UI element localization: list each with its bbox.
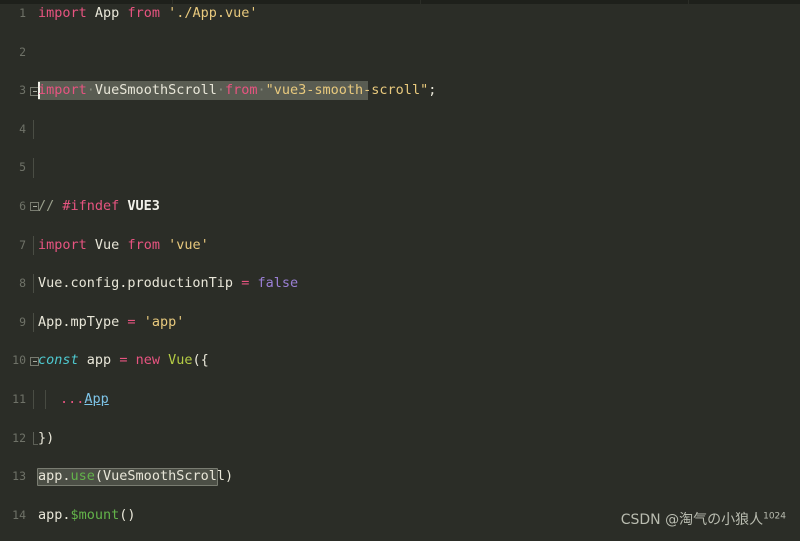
line-number: 2	[19, 44, 26, 59]
line-number: 12	[12, 430, 26, 445]
string-module: "vue3-smooth-scroll"	[265, 82, 429, 99]
code-line[interactable]: 5	[0, 158, 800, 178]
identifier-vue: Vue	[94, 236, 120, 253]
line-content: ...App	[60, 390, 109, 409]
preprocessor-ifndef: #ifndef	[62, 197, 128, 214]
argument-vuesmoothscroll: VueSmoothScroll	[103, 468, 225, 485]
operator-assign: =	[127, 313, 136, 330]
line-content: App.mpType = 'app'	[38, 313, 184, 332]
line-number: 1	[19, 6, 26, 20]
object-app: app.	[38, 506, 71, 523]
method-use: use	[70, 468, 95, 485]
parentheses: ()	[119, 506, 136, 523]
string-vue: 'vue'	[168, 236, 209, 253]
fold-guide	[33, 389, 34, 410]
keyword-import: import	[38, 82, 87, 99]
line-content: app.use(VueSmoothScroll)	[38, 467, 233, 486]
code-line[interactable]: 10 const app = new Vue({	[0, 351, 800, 370]
code-line[interactable]: 12 })	[0, 429, 800, 448]
line-number: 11	[12, 391, 26, 406]
code-editor-window: 1 import App from './App.vue' 2 3 import…	[0, 0, 800, 541]
paren-close: )	[224, 468, 234, 485]
code-line[interactable]: 7 import Vue from 'vue'	[0, 235, 800, 255]
code-line-highlighted[interactable]: 13 app.use(VueSmoothScroll)	[0, 467, 800, 486]
line-content: import·VueSmoothScroll·from·"vue3-smooth…	[38, 82, 437, 99]
operator-assign: =	[241, 275, 250, 292]
keyword-new: new	[135, 352, 160, 369]
line-number: 6	[19, 198, 26, 213]
keyword-from: from	[127, 236, 160, 253]
identifier-app-link[interactable]: App	[84, 391, 108, 407]
keyword-const: const	[38, 352, 79, 369]
punctuation: ({	[192, 352, 209, 369]
code-line[interactable]: 2	[0, 43, 800, 62]
operator-assign: =	[119, 352, 128, 369]
macro-vue3: VUE3	[127, 197, 160, 214]
paren-open: (	[94, 468, 104, 485]
line-number: 10	[12, 353, 26, 368]
class-vue: Vue	[168, 352, 193, 369]
keyword-from: from	[127, 5, 160, 21]
line-content: app.$mount()	[38, 506, 136, 525]
object-path: App.mpType	[38, 313, 120, 330]
punctuation: })	[38, 429, 55, 446]
fold-guide	[33, 312, 34, 333]
fold-guide	[33, 274, 34, 294]
semicolon: ;	[428, 82, 437, 99]
line-content: import Vue from 'vue'	[38, 236, 209, 255]
keyword-import: import	[38, 5, 87, 21]
code-line[interactable]: 8 Vue.config.productionTip = false	[0, 274, 800, 294]
editor-text-area[interactable]: 1 import App from './App.vue' 2 3 import…	[0, 4, 800, 541]
identifier-app: App	[94, 5, 120, 21]
literal-false: false	[257, 275, 299, 292]
object-path: Vue.config.productionTip	[38, 275, 234, 292]
line-number: 4	[19, 121, 26, 136]
code-line[interactable]: 4	[0, 119, 800, 140]
line-number: 14	[12, 507, 26, 522]
fold-guide	[33, 235, 34, 255]
code-line[interactable]: 6 // #ifndef VUE3	[0, 197, 800, 216]
identifier-app: app	[86, 352, 112, 369]
code-line[interactable]: 9 App.mpType = 'app'	[0, 312, 800, 333]
line-number: 3	[19, 83, 26, 98]
keyword-import: import	[38, 236, 87, 253]
code-line-selected[interactable]: 3 import·VueSmoothScroll·from·"vue3-smoo…	[0, 81, 800, 101]
fold-end-marker	[33, 431, 38, 445]
line-number: 9	[19, 314, 26, 329]
code-line[interactable]: 11 ...App	[0, 389, 800, 410]
fold-guide	[33, 158, 34, 178]
csdn-watermark: CSDN @淘气の小狼人1024	[621, 509, 786, 529]
line-number: 7	[19, 237, 26, 252]
line-content: import App from './App.vue'	[38, 4, 258, 23]
watermark-superscript: 1024	[763, 511, 786, 522]
line-content: const app = new Vue({	[38, 351, 209, 370]
line-content: })	[38, 429, 54, 448]
code-line[interactable]: 1 import App from './App.vue'	[0, 4, 800, 23]
object-app: app.	[38, 468, 71, 485]
string-app: 'app'	[143, 313, 185, 330]
identifier-vuesmoothscroll: VueSmoothScroll	[94, 82, 217, 99]
method-mount: $mount	[70, 506, 120, 523]
keyword-from: from	[224, 82, 258, 99]
line-content: Vue.config.productionTip = false	[38, 274, 298, 293]
spread-operator: ...	[60, 390, 85, 407]
fold-guide	[33, 119, 34, 140]
line-number: 13	[12, 469, 26, 484]
watermark-text: CSDN @淘气の小狼人	[620, 512, 764, 528]
line-content: // #ifndef VUE3	[38, 197, 160, 216]
comment-slashes: //	[38, 197, 63, 214]
line-number: 5	[19, 160, 26, 175]
string-path: './App.vue'	[168, 5, 258, 21]
line-number: 8	[19, 276, 26, 291]
